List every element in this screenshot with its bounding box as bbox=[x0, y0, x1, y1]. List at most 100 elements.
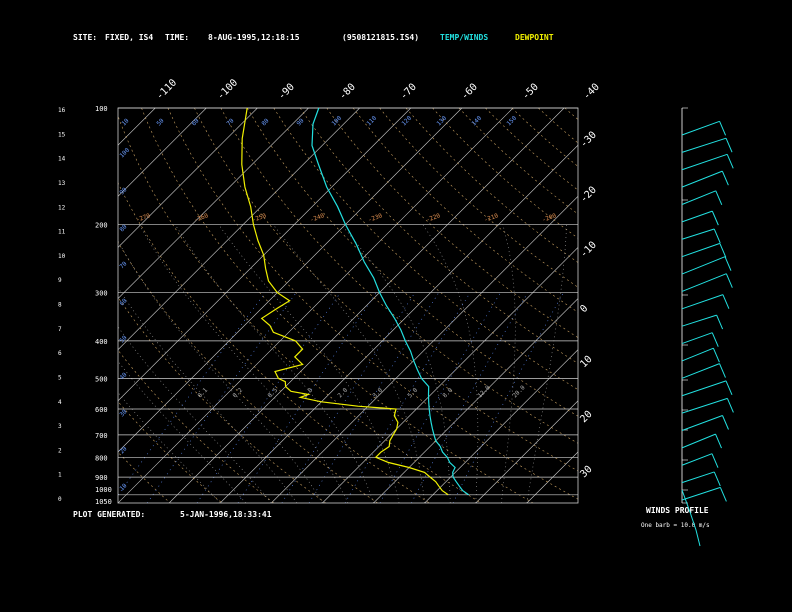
isotherm-line bbox=[424, 349, 578, 503]
pressure-tick-label: 800 bbox=[95, 454, 108, 462]
wind-barb-shaft bbox=[681, 453, 713, 466]
wind-barb-flag bbox=[721, 170, 729, 186]
mixing-ratio-line bbox=[118, 292, 266, 496]
wind-barb-shaft bbox=[681, 210, 713, 223]
wind-barb-shaft bbox=[681, 273, 727, 292]
isotherm-right-label: 20 bbox=[578, 409, 594, 425]
chart-grid bbox=[0, 107, 579, 504]
temperature-trace bbox=[311, 107, 469, 496]
dry-adiabat-line bbox=[118, 349, 275, 503]
wind-barb-flag bbox=[722, 415, 729, 430]
mixing-ratio-top-label: 50 bbox=[155, 117, 165, 127]
dry-adiabat-line bbox=[220, 108, 578, 444]
dry-adiabat-line bbox=[247, 108, 578, 417]
mixing-ratio-top-label: 150 bbox=[505, 115, 518, 128]
skew-t-chart: 1002003004005006007008009001000105001234… bbox=[0, 77, 734, 547]
moist-adiabat-line bbox=[174, 224, 374, 503]
wind-barb-shaft bbox=[681, 363, 720, 379]
wind-barb-shaft bbox=[681, 120, 720, 136]
moist-adiabat-line bbox=[118, 360, 247, 503]
mixing-ratio-mid-label: 2.0 bbox=[336, 387, 349, 400]
mixing-ratio-line bbox=[344, 292, 471, 503]
height-tick-label: 3 bbox=[58, 423, 62, 430]
dry-adiabat-line bbox=[118, 451, 171, 503]
pressure-tick-label: 900 bbox=[95, 474, 108, 482]
pressure-tick-label: 400 bbox=[95, 338, 108, 346]
wind-barb-shaft bbox=[681, 228, 715, 240]
wind-barb-flag bbox=[715, 190, 723, 206]
height-tick-label: 2 bbox=[58, 447, 62, 454]
moist-adiabat-line bbox=[341, 224, 451, 503]
dry-adiabat-label: -200 bbox=[541, 212, 557, 224]
height-tick-label: 4 bbox=[58, 399, 62, 406]
mixing-ratio-top-label: 130 bbox=[435, 115, 448, 128]
dry-adiabat-line bbox=[118, 115, 482, 503]
theta-left-label: 100 bbox=[118, 147, 131, 160]
pressure-tick-label: 600 bbox=[95, 406, 108, 414]
theta-left-label: 10 bbox=[118, 482, 128, 492]
isotherm-right-label: -10 bbox=[578, 240, 599, 261]
wind-barb-shaft bbox=[681, 380, 727, 397]
wind-barb-flag bbox=[711, 332, 719, 347]
height-tick-label: 16 bbox=[58, 107, 66, 114]
wind-barb-flag bbox=[719, 121, 727, 136]
pressure-tick-label: 1050 bbox=[95, 498, 112, 506]
dry-adiabat-line bbox=[432, 108, 578, 239]
dry-adiabat-line bbox=[511, 108, 578, 167]
dry-adiabat-line bbox=[564, 108, 578, 120]
wind-barb-flag bbox=[716, 314, 724, 330]
wind-barb-shaft bbox=[681, 486, 721, 501]
moist-adiabat-line bbox=[118, 326, 272, 503]
height-tick-label: 12 bbox=[58, 204, 66, 211]
wind-barb-flag bbox=[713, 228, 721, 244]
mixing-ratio-mid-label: 0.1 bbox=[196, 387, 209, 400]
mixing-ratio-mid-label: 20.0 bbox=[511, 384, 526, 399]
isotherm-line bbox=[0, 108, 104, 503]
dry-adiabat-line bbox=[141, 108, 534, 503]
wind-barb-flag bbox=[726, 398, 734, 413]
height-tick-label: 1 bbox=[58, 472, 62, 479]
mixing-ratio-top-label: 60 bbox=[190, 117, 200, 127]
wind-barb-shaft bbox=[681, 332, 713, 345]
wind-barb-shaft bbox=[681, 153, 728, 171]
moist-adiabat-line bbox=[138, 224, 349, 503]
dry-adiabat-label: -260 bbox=[193, 212, 209, 224]
isotherm-right-label: -30 bbox=[578, 130, 599, 151]
isotherm-right-label: 0 bbox=[578, 303, 590, 315]
dry-adiabat-line bbox=[118, 401, 223, 503]
wind-barb-shaft bbox=[681, 347, 714, 362]
wind-barb-flag bbox=[719, 487, 727, 502]
dry-adiabat-line bbox=[352, 108, 578, 313]
chart-traces bbox=[241, 107, 469, 496]
isotherm-top-label: -70 bbox=[398, 82, 419, 103]
isotherm-top-label: -110 bbox=[154, 77, 179, 102]
height-tick-label: 5 bbox=[58, 374, 62, 381]
mixing-ratio-mid-label: 0.5 bbox=[266, 387, 279, 400]
height-tick-label: 0 bbox=[58, 496, 62, 503]
moist-adiabat-line bbox=[422, 224, 479, 503]
theta-left-label: 70 bbox=[118, 260, 128, 270]
mixing-ratio-mid-label: 8.0 bbox=[441, 387, 454, 400]
wind-barb-flag bbox=[724, 256, 732, 271]
wind-barb-flag bbox=[712, 347, 720, 363]
mixing-ratio-top-label: 110 bbox=[365, 115, 378, 128]
isotherm-top-label: -100 bbox=[215, 77, 240, 102]
isotherm-line bbox=[118, 108, 360, 351]
theta-left-label: 30 bbox=[118, 408, 128, 418]
moist-adiabat-line bbox=[218, 224, 400, 503]
wind-barb-flag bbox=[725, 138, 733, 153]
pressure-tick-label: 200 bbox=[95, 221, 108, 229]
mixing-ratio-line bbox=[452, 292, 564, 503]
dry-adiabat-line bbox=[405, 108, 578, 263]
mixing-ratio-top-label: 100 bbox=[330, 115, 343, 128]
plot-frame bbox=[117, 107, 579, 504]
height-tick-label: 10 bbox=[58, 253, 66, 260]
isotherm-right-label: 10 bbox=[578, 354, 594, 370]
isotherm-line bbox=[118, 108, 309, 299]
isotherm-line bbox=[168, 108, 565, 503]
wind-barb-flag bbox=[726, 154, 734, 169]
pressure-tick-label: 100 bbox=[95, 105, 108, 113]
wind-barb-shaft bbox=[681, 137, 727, 153]
wind-barb-flag bbox=[711, 210, 719, 226]
isotherm-top-label: -60 bbox=[459, 82, 480, 103]
